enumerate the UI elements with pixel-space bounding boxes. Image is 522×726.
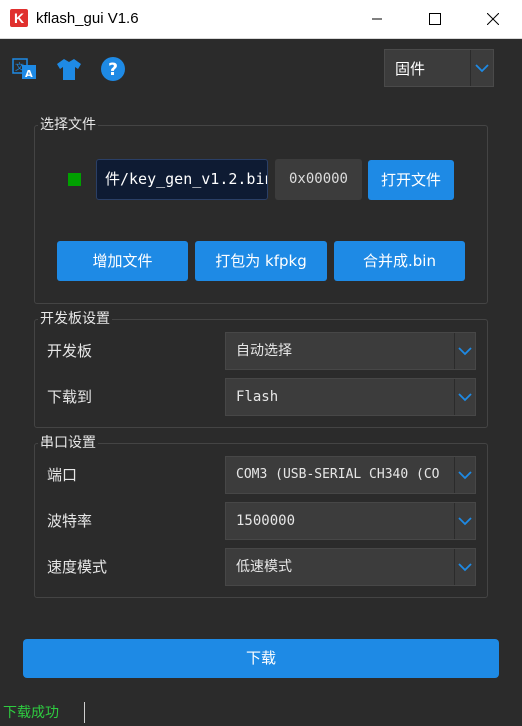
- board-select-value: 自动选择: [236, 343, 292, 359]
- merge-bin-button[interactable]: 合并成.bin: [334, 241, 465, 281]
- baud-label: 波特率: [47, 512, 93, 530]
- close-icon: [487, 13, 499, 25]
- speed-label: 速度模式: [47, 558, 108, 576]
- pack-kfpkg-button[interactable]: 打包为 kfpkg: [195, 241, 327, 281]
- open-file-button[interactable]: 打开文件: [368, 160, 454, 200]
- mode-select-value: 固件: [395, 60, 426, 78]
- shirt-icon[interactable]: [56, 56, 82, 82]
- close-button[interactable]: [464, 0, 522, 38]
- address-field[interactable]: 0x00000: [275, 159, 362, 200]
- chevron-down-icon: [454, 503, 475, 539]
- file-path-field[interactable]: 件/key_gen_v1.2.bin: [96, 159, 268, 200]
- help-icon[interactable]: ?: [100, 56, 126, 82]
- maximize-icon: [429, 13, 441, 25]
- board-group-title: 开发板设置: [38, 310, 112, 328]
- download-button[interactable]: 下载: [23, 639, 499, 678]
- target-select-value: Flash: [236, 389, 279, 405]
- svg-text:A: A: [25, 69, 33, 80]
- port-select-value: COM3 (USB-SERIAL CH340 (CO: [236, 467, 440, 482]
- maximize-button[interactable]: [406, 0, 464, 38]
- board-select[interactable]: 自动选择: [225, 332, 476, 370]
- status-text: 下载成功: [3, 705, 59, 721]
- svg-text:?: ?: [108, 60, 118, 80]
- status-divider: [84, 702, 85, 723]
- baud-select-value: 1500000: [236, 513, 296, 529]
- minimize-icon: [372, 18, 382, 20]
- title-bar: K kflash_gui V1.6: [0, 0, 522, 39]
- chevron-down-icon: [454, 457, 475, 493]
- add-file-button[interactable]: 增加文件: [57, 241, 188, 281]
- speed-select[interactable]: 低速模式: [225, 548, 476, 586]
- file-group-title: 选择文件: [38, 116, 98, 134]
- target-select[interactable]: Flash: [225, 378, 476, 416]
- minimize-button[interactable]: [348, 0, 406, 38]
- chevron-down-icon: [470, 50, 493, 86]
- target-label: 下载到: [47, 388, 93, 406]
- port-select[interactable]: COM3 (USB-SERIAL CH340 (CO: [225, 456, 476, 494]
- chevron-down-icon: [454, 333, 475, 369]
- board-label: 开发板: [47, 342, 93, 360]
- translate-icon[interactable]: 文 A: [12, 56, 38, 82]
- svg-text:文: 文: [15, 61, 24, 73]
- speed-select-value: 低速模式: [236, 559, 292, 575]
- baud-select[interactable]: 1500000: [225, 502, 476, 540]
- file-status-indicator: [68, 173, 81, 186]
- chevron-down-icon: [454, 549, 475, 585]
- serial-group-title: 串口设置: [38, 434, 98, 452]
- app-icon: K: [10, 9, 28, 27]
- mode-select[interactable]: 固件: [384, 49, 494, 87]
- window-title: kflash_gui V1.6: [36, 10, 139, 27]
- chevron-down-icon: [454, 379, 475, 415]
- port-label: 端口: [47, 466, 78, 484]
